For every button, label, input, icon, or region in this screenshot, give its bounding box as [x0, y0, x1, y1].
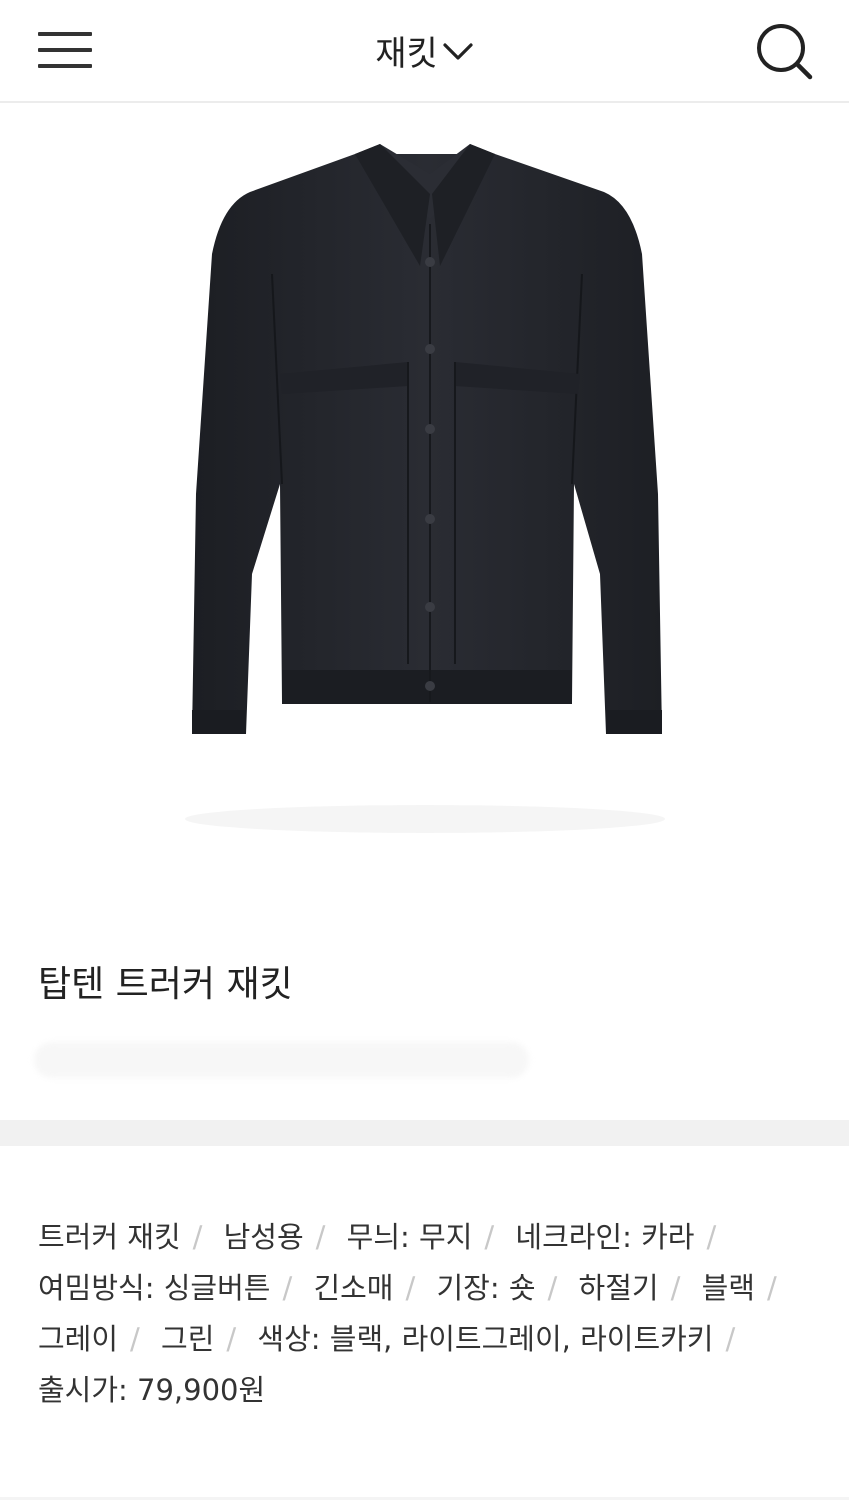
product-image[interactable] [0, 104, 849, 904]
product-description: 트러커 재킷 / 남성용 / 무늬: 무지 / 네크라인: 카라 / 여밈방식: 싱글버… [38, 1212, 813, 1416]
product-name: 탑텐 트러커 재킷 [38, 964, 293, 1005]
desc-item: 그레이 [38, 1322, 119, 1356]
separator: / [405, 1271, 416, 1305]
separator: / [670, 1271, 681, 1305]
separator: / [226, 1322, 237, 1356]
category-dropdown[interactable]: 재킷 [0, 26, 849, 75]
desc-item: 기장: 숏 [436, 1271, 536, 1305]
separator: / [315, 1220, 326, 1254]
separator: / [547, 1271, 558, 1305]
blurred-subtitle [34, 1042, 529, 1078]
category-title: 재킷 [375, 34, 438, 74]
desc-item: 여밈방식: 싱글버튼 [38, 1271, 271, 1305]
desc-item: 남성용 [223, 1220, 304, 1254]
separator: / [484, 1220, 495, 1254]
desc-item: 긴소매 [313, 1271, 394, 1305]
desc-item: 색상: 블랙, 라이트그레이, 라이트카키 [257, 1322, 714, 1356]
chevron-down-icon [443, 42, 473, 60]
desc-item: 무늬: 무지 [346, 1220, 473, 1254]
separator: / [130, 1322, 140, 1356]
jacket-image [185, 144, 665, 833]
desc-item: 하절기 [578, 1271, 659, 1305]
desc-item: 네크라인: 카라 [515, 1220, 695, 1254]
separator: / [725, 1322, 736, 1356]
desc-item: 트러커 재킷 [38, 1220, 181, 1254]
search-icon[interactable] [754, 22, 814, 82]
separator: / [766, 1271, 777, 1305]
section-divider [0, 1120, 849, 1146]
desc-item: 블랙 [701, 1271, 755, 1305]
separator: / [282, 1271, 293, 1305]
separator: / [706, 1220, 717, 1254]
separator: / [192, 1220, 203, 1254]
top-header: 재킷 [0, 0, 849, 103]
desc-item: 그린 [161, 1322, 215, 1356]
desc-item: 출시가: 79,900원 [38, 1373, 266, 1407]
